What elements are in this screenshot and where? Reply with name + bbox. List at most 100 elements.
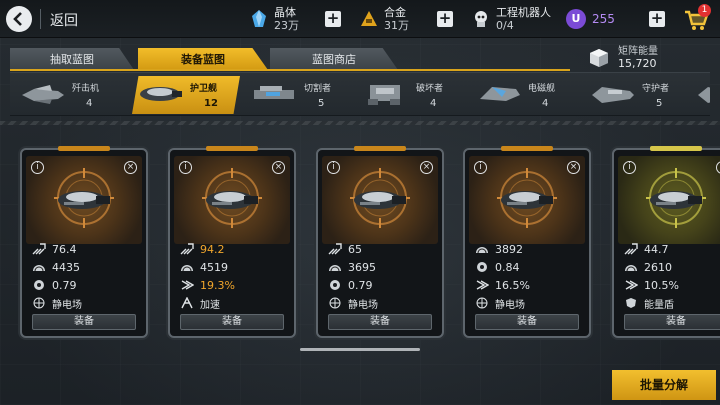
ship-cat-destroyer[interactable]: 破坏者 4 [358, 76, 466, 114]
ship-cat-cutter[interactable]: 切割者 5 [246, 76, 354, 114]
tab-blueprint-shop[interactable]: 蓝图商店 [270, 48, 398, 70]
blueprint-card[interactable]: i×44.7261010.5%能量盾装备 [612, 146, 720, 338]
add-alloy-button[interactable]: + [437, 11, 453, 27]
card-art: i× [618, 156, 720, 244]
back-label[interactable]: 返回 [50, 10, 78, 30]
back-button[interactable] [6, 6, 32, 32]
robot-name: 工程机器人 [496, 6, 551, 19]
emp-ship-icon [480, 87, 520, 101]
ship-cat-frigate[interactable]: 护卫舰 12 [132, 76, 240, 114]
matrix-energy: 矩阵能量 15,720 [588, 46, 658, 70]
tab-draw-blueprint[interactable]: 抽取蓝图 [10, 48, 134, 70]
stat-value: 19.3% [200, 278, 235, 292]
ship-category-strip[interactable]: 歼击机 4 护卫舰 12 切割者 5 破坏者 4 电磁舰 4 守护者 5 [10, 72, 710, 116]
stat-value: 0.79 [52, 278, 77, 292]
close-icon[interactable]: × [567, 161, 580, 174]
frigate-ship-icon [206, 191, 258, 209]
skill-row: 能量盾 [624, 296, 674, 311]
hull-icon [328, 261, 342, 273]
shop-cart-button[interactable]: 1 [683, 4, 711, 33]
destroyer-ship-icon [368, 85, 400, 105]
gear-icon [475, 261, 489, 273]
ship-cat-emp[interactable]: 电磁舰 4 [470, 76, 578, 114]
stat-value: 3892 [495, 242, 523, 256]
equip-button[interactable]: 装备 [32, 314, 136, 330]
skill-static-icon [328, 297, 342, 309]
fighter-ship-icon [22, 85, 64, 104]
skill-boost-icon [180, 296, 194, 309]
gear-icon [32, 279, 46, 291]
blueprint-card[interactable]: i × 94.2 4519 19.3% 加速 装备 [168, 146, 296, 338]
ship-cat-label: 护卫舰 [190, 84, 218, 94]
blueprint-card[interactable]: i × 3892 0.84 16.5% 静电场 装备 [463, 146, 591, 338]
stat-row: 65 [328, 242, 362, 256]
ship-cat-label: 守护者 [642, 84, 670, 94]
scroll-indicator[interactable] [300, 348, 420, 351]
close-icon[interactable]: × [124, 161, 137, 174]
ship-cat-label: 电磁舰 [528, 84, 556, 94]
alloy-name: 合金 [384, 6, 406, 19]
stat-row: 4519 [180, 260, 228, 274]
hull-icon [32, 261, 46, 273]
skill-row: 加速 [180, 296, 220, 311]
skill-row: 静电场 [475, 296, 525, 311]
frigate-ship-icon [140, 87, 182, 101]
tab-equip-blueprint[interactable]: 装备蓝图 [138, 48, 268, 70]
stat-value: 65 [348, 242, 362, 256]
frigate-ship-icon [58, 191, 110, 209]
ship-cat-guardian[interactable]: 守护者 5 [584, 76, 692, 114]
card-cap [58, 146, 110, 151]
attack-icon [180, 243, 194, 255]
ship-cat-count: 4 [86, 98, 93, 109]
close-icon[interactable]: × [272, 161, 285, 174]
skill-row: 静电场 [328, 296, 378, 311]
hull-icon [180, 261, 194, 273]
stat-value: 44.7 [644, 242, 669, 256]
close-icon[interactable]: × [716, 161, 720, 174]
frigate-ship-icon [650, 191, 702, 209]
card-cap [650, 146, 702, 151]
equip-button[interactable]: 装备 [180, 314, 284, 330]
info-icon[interactable]: i [623, 161, 636, 174]
equip-button[interactable]: 装备 [328, 314, 432, 330]
robot-icon [470, 8, 492, 30]
card-art: i× [174, 156, 290, 244]
ship-cat-count: 4 [542, 98, 549, 109]
stat-row: 76.4 [32, 242, 77, 256]
stat-value: 0.84 [495, 260, 520, 274]
card-art: i× [322, 156, 438, 244]
crystal-value: 23万 [274, 19, 299, 32]
frigate-ship-icon [354, 191, 406, 209]
ship-cat-more[interactable] [690, 76, 710, 114]
blueprint-card[interactable]: i × 65 3695 0.79 静电场 装备 [316, 146, 444, 338]
stat-value: 16.5% [495, 278, 530, 292]
close-icon[interactable]: × [420, 161, 433, 174]
skill-name: 静电场 [348, 299, 378, 311]
equip-button[interactable]: 装备 [475, 314, 579, 330]
ship-cat-fighter[interactable]: 歼击机 4 [14, 76, 122, 114]
tab-bar: 抽取蓝图 装备蓝图 蓝图商店 矩阵能量 15,720 [0, 44, 720, 72]
skill-static-icon [32, 297, 46, 309]
premium-currency-icon: U [566, 9, 586, 29]
info-icon[interactable]: i [327, 161, 340, 174]
robot-resource: 工程机器人 0/4 [470, 4, 551, 34]
add-premium-button[interactable]: + [649, 11, 665, 27]
info-icon[interactable]: i [474, 161, 487, 174]
add-crystal-button[interactable]: + [325, 11, 341, 27]
stat-row: 16.5% [475, 278, 530, 292]
stat-row: 3892 [475, 242, 523, 256]
ship-cat-label: 歼击机 [72, 84, 100, 94]
batch-decompose-button[interactable]: 批量分解 [612, 370, 716, 400]
info-icon[interactable]: i [179, 161, 192, 174]
top-bar: 返回 晶体 23万 + 合金 31万 + 工程机器人 0/4 U 255 + 1 [0, 0, 720, 38]
chevron-left-icon [13, 12, 22, 26]
blueprint-card[interactable]: i × 76.4 4435 0.79 静电场 装备 [20, 146, 148, 338]
card-art: i× [469, 156, 585, 244]
hull-icon [624, 261, 638, 273]
skill-shield-icon [624, 297, 638, 309]
stat-value: 0.79 [348, 278, 373, 292]
speed-icon [180, 279, 195, 291]
partial-ship-icon [698, 87, 710, 103]
equip-button[interactable]: 装备 [624, 314, 720, 330]
info-icon[interactable]: i [31, 161, 44, 174]
